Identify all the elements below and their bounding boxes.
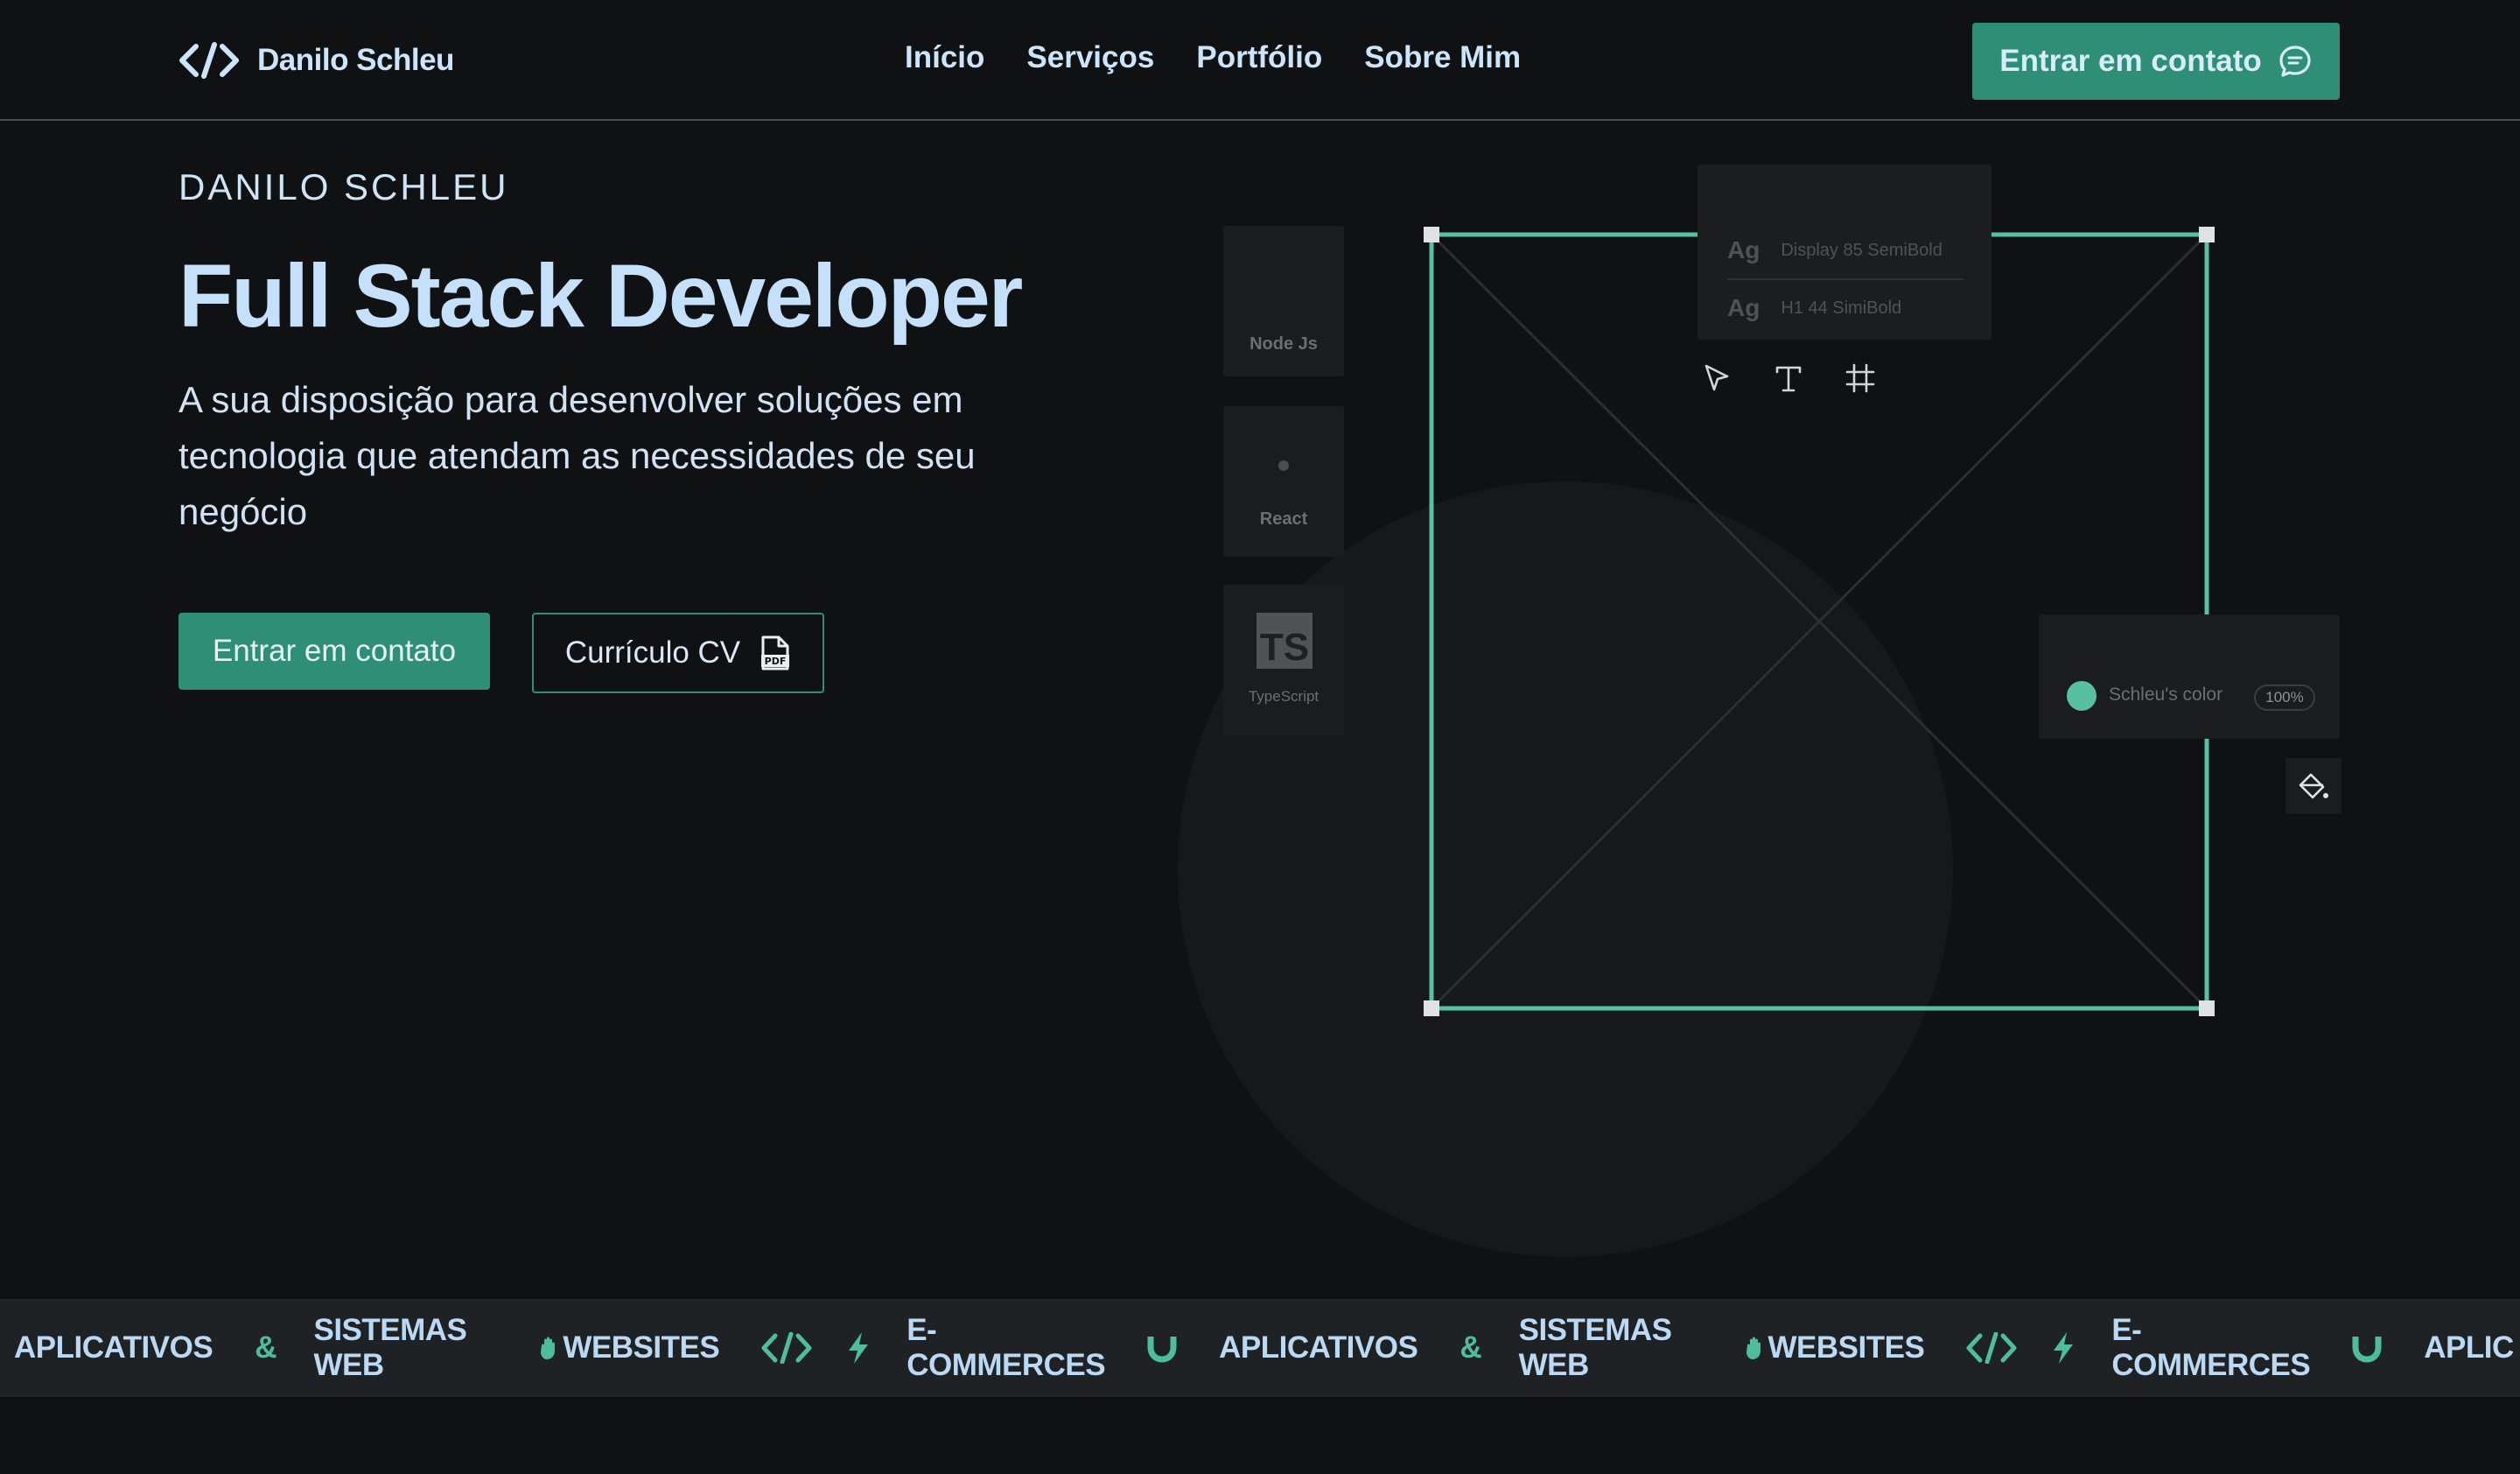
hero-title: Full Stack Developer (178, 246, 1023, 346)
magnet-icon (1145, 1331, 1179, 1365)
react-icon (1278, 460, 1289, 471)
cursor-icon (1704, 364, 1729, 391)
fill-tool (2286, 758, 2342, 814)
frame-handle-br (2199, 1000, 2215, 1016)
header-contact-label: Entrar em contato (1999, 44, 2262, 78)
frame-handle-tr (2199, 227, 2215, 242)
contact-button[interactable]: Entrar em contato (178, 613, 490, 690)
cv-button-label: Currículo CV (564, 635, 741, 670)
nav-portfolio[interactable]: Portfólio (1196, 39, 1322, 77)
marquee-item: APLIC (2424, 1330, 2514, 1365)
nav-sobre-mim[interactable]: Sobre Mim (1364, 39, 1521, 77)
code-icon (1966, 1332, 2017, 1364)
hand-icon (538, 1335, 563, 1361)
design-toolbar (1698, 359, 1880, 397)
type-style-name: H1 44 SimiBold (1781, 298, 1902, 318)
color-swatch (2067, 681, 2096, 711)
marquee-item: WEBSITES (1768, 1330, 1925, 1365)
marquee-item: WEBSITES (563, 1330, 720, 1365)
tech-card-typescript-label: TypeScript (1248, 688, 1320, 705)
color-panel: Schleu's color 100% (2039, 614, 2340, 739)
main-nav: Início Serviços Portfólio Sobre Mim (905, 39, 1521, 77)
typography-panel: Ag Display 85 SemiBold Ag H1 44 SimiBold (1698, 165, 1992, 340)
marquee-item: SISTEMAS WEB (313, 1313, 467, 1382)
hero-subtitle: A sua disposição para desenvolver soluçõ… (178, 379, 976, 532)
tech-card-react-label: React (1259, 509, 1308, 529)
tech-card-node: Node Js (1223, 226, 1344, 376)
marquee-item: E- COMMERCES (906, 1313, 1106, 1382)
tech-card-react: React (1223, 406, 1344, 557)
code-icon (179, 42, 239, 79)
type-style-h1: Ag H1 44 SimiBold (1727, 294, 1901, 322)
contact-button-label: Entrar em contato (212, 634, 457, 668)
frame-handle-tl (1424, 227, 1439, 242)
text-icon (1775, 366, 1802, 392)
marquee-item: E- COMMERCES (2111, 1313, 2311, 1382)
type-sample: Ag (1727, 236, 1760, 263)
magnet-icon (2350, 1331, 2384, 1365)
nav-inicio[interactable]: Início (905, 39, 984, 77)
ampersand-icon: & (255, 1330, 277, 1365)
type-divider (1727, 278, 1964, 280)
code-icon (761, 1332, 812, 1364)
logo-text: Danilo Schleu (257, 43, 454, 77)
hero-eyebrow: DANILO SCHLEU (178, 166, 509, 207)
site-header: Danilo Schleu Início Serviços Portfólio … (0, 0, 2520, 121)
color-opacity: 100% (2254, 684, 2315, 711)
type-style-display: Ag Display 85 SemiBold (1727, 236, 1942, 264)
marquee-item: SISTEMAS WEB (1518, 1313, 1672, 1382)
logo[interactable]: Danilo Schleu (178, 39, 454, 82)
pdf-file-icon: PDF (761, 635, 790, 670)
color-name: Schleu's color (2109, 684, 2223, 705)
type-style-name: Display 85 SemiBold (1781, 240, 1942, 260)
type-sample: Ag (1727, 294, 1760, 321)
marquee-item: APLICATIVOS (1219, 1330, 1418, 1365)
hand-icon (1744, 1335, 1768, 1361)
ampersand-icon: & (1460, 1330, 1482, 1365)
marquee-item: APLICATIVOS (14, 1330, 214, 1365)
nav-servicos[interactable]: Serviços (1026, 39, 1154, 77)
chat-icon (2279, 46, 2311, 77)
header-contact-button[interactable]: Entrar em contato (1972, 23, 2340, 100)
typescript-icon: TS (1256, 613, 1312, 669)
cv-button[interactable]: Currículo CV PDF (532, 613, 824, 693)
frame-grid-icon (1845, 363, 1875, 393)
tech-card-typescript: TS TypeScript (1223, 585, 1344, 735)
services-marquee: APLICATIVOS & SISTEMAS WEB WEBSITES E- C… (0, 1299, 2520, 1397)
tech-card-node-label: Node Js (1250, 334, 1318, 354)
svg-text:PDF: PDF (765, 656, 787, 667)
paint-bucket-icon (2299, 773, 2328, 799)
lightning-icon (845, 1330, 872, 1365)
frame-handle-bl (1424, 1000, 1439, 1016)
lightning-icon (2050, 1330, 2076, 1365)
marquee-track: APLICATIVOS & SISTEMAS WEB WEBSITES E- C… (14, 1299, 2514, 1397)
